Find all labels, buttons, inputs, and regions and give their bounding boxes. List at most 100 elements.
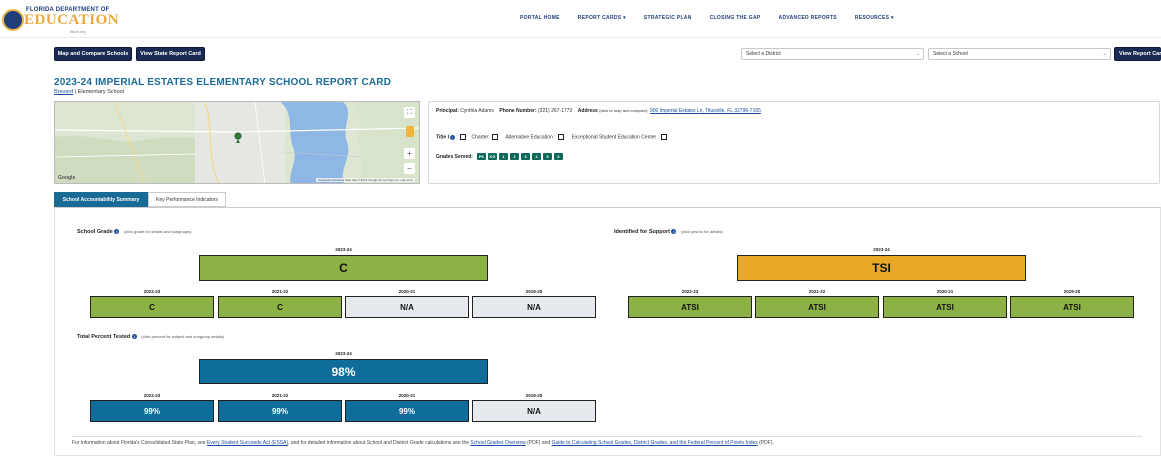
address-note: (click to map and compare): — [599, 108, 649, 113]
site-header: FLORIDA DEPARTMENT OF EDUCATION fldoe.or… — [0, 0, 1161, 38]
address-link[interactable]: 900 Imperial Estates Ln, Titusville, FL … — [650, 108, 761, 114]
percent-tested-heading: Total Percent Tested i (click percent fo… — [77, 334, 224, 340]
percent-tested-history-cell[interactable]: 99% — [345, 400, 469, 422]
grade-badge: 2 — [509, 153, 519, 160]
footer-divider — [72, 436, 1142, 437]
address-label: Address — [577, 108, 598, 114]
tab-key-performance-indicators[interactable]: Key Performance Indicators — [148, 192, 226, 207]
year-label: 2019-20 — [1063, 289, 1081, 294]
school-subline: Brevard | Elementary School — [54, 89, 124, 95]
tab-school-accountability-summary[interactable]: School Accountability Summary — [54, 192, 148, 207]
charter-label: Charter: — [471, 134, 490, 141]
street-view-pegman-icon[interactable] — [406, 126, 414, 137]
grade-badge: 5 — [542, 153, 552, 160]
current-grade-cell[interactable]: C — [199, 255, 488, 281]
grade-badge: PK — [476, 153, 486, 160]
page: FLORIDA DEPARTMENT OF EDUCATION fldoe.or… — [0, 0, 1161, 460]
nav-closing-the-gap[interactable]: CLOSING THE GAP — [710, 15, 761, 21]
info-icon[interactable]: i — [114, 229, 120, 235]
logo-main-text: EDUCATION — [24, 12, 120, 28]
district-select[interactable]: Select a District ⌄ — [741, 48, 924, 60]
fldoe-logo[interactable]: FLORIDA DEPARTMENT OF EDUCATION fldoe.or… — [0, 2, 119, 36]
grade-badge: 6 — [553, 153, 563, 160]
nav-resources[interactable]: RESOURCES ▾ — [855, 15, 894, 21]
year-label: 2020-21 — [936, 289, 954, 294]
info-icon[interactable]: i — [671, 229, 677, 235]
grades-served-label: Grades Served: — [436, 153, 473, 160]
nav-advanced-reports[interactable]: ADVANCED REPORTS — [779, 15, 837, 21]
support-history-cell[interactable]: ATSI — [755, 296, 879, 318]
school-contact-row: Principal: Cynthia Adams Phone Number: (… — [436, 108, 761, 114]
phone-value: (321) 267-1773 — [538, 108, 573, 114]
support-history-cell[interactable]: ATSI — [883, 296, 1007, 318]
alternative-label: Alternative Education : — [505, 134, 556, 141]
year-label: 2021-22 — [271, 393, 289, 398]
zoom-in-icon[interactable]: + — [404, 148, 415, 159]
nav-report-cards[interactable]: REPORT CARDS ▾ — [578, 15, 626, 21]
school-select[interactable]: Select a School ⌄ — [928, 48, 1111, 60]
map-attribution: Keyboard shortcuts Map data ©2024 Google… — [316, 178, 415, 182]
alternative-checkbox — [557, 134, 564, 140]
nav-portal-home[interactable]: PORTAL HOME — [520, 15, 560, 21]
view-report-card-button[interactable]: View Report Card — [1114, 47, 1161, 61]
year-label: 2020-21 — [398, 393, 416, 398]
year-label: 2021-22 — [271, 289, 289, 294]
percent-tested-history-cell[interactable]: 99% — [218, 400, 342, 422]
grade-history-cell[interactable]: C — [90, 296, 214, 318]
year-label: 2022-23 — [143, 393, 161, 398]
info-icon[interactable]: i — [450, 134, 456, 140]
support-history-cell[interactable]: ATSI — [628, 296, 752, 318]
year-label: 2023-24 — [335, 247, 352, 252]
year-label: 2019-20 — [525, 393, 543, 398]
current-support-cell[interactable]: TSI — [737, 255, 1026, 281]
year-label: 2020-21 — [398, 289, 416, 294]
grade-badge: 1 — [498, 153, 508, 160]
year-label: 2021-22 — [808, 289, 826, 294]
principal-label: Principal: — [436, 108, 459, 114]
phone-label: Phone Number: — [499, 108, 537, 114]
grade-history-cell[interactable]: C — [218, 296, 342, 318]
school-grades-overview-link[interactable]: School Grades Overview — [470, 440, 525, 446]
school-grade-heading: School Grade i (click grade for details … — [77, 229, 192, 235]
google-logo: Google — [58, 175, 76, 181]
principal-name: Cynthia Adams — [460, 108, 494, 114]
map-canvas — [55, 102, 419, 183]
district-link[interactable]: Brevard — [54, 89, 73, 95]
title1-checkbox — [460, 134, 467, 140]
footer-text: (PDF) and — [527, 440, 551, 446]
main-nav: PORTAL HOME REPORT CARDS ▾ STRATEGIC PLA… — [520, 15, 912, 21]
footer-text: , and for detailed information about Sch… — [288, 440, 470, 446]
footer-text: For information about Florida's Consolid… — [72, 440, 206, 446]
percent-tested-history-cell: N/A — [472, 400, 596, 422]
charter-checkbox — [491, 134, 498, 140]
current-percent-tested-cell[interactable]: 98% — [199, 359, 488, 384]
school-flags-row: Title I i : Charter: Alternative Educati… — [436, 134, 671, 140]
grade-calculation-guide-link[interactable]: Guide to Calculating School Grades, Dist… — [552, 440, 758, 446]
grades-served-row: Grades Served: PK KG 1 2 3 4 5 6 — [436, 153, 565, 160]
grade-badge: 4 — [531, 153, 541, 160]
info-icon[interactable]: i — [131, 334, 137, 340]
year-label: 2023-24 — [335, 351, 352, 356]
logo-sub-text: fldoe.org — [70, 29, 86, 34]
footer-text: (PDF). — [759, 440, 774, 446]
school-map[interactable]: ⛶ + − Google Keyboard shortcuts Map data… — [54, 101, 420, 184]
support-note: (click yes/no for details) — [680, 229, 723, 234]
support-heading: Identified for Support i (click yes/no f… — [614, 229, 723, 235]
map-compare-button[interactable]: Map and Compare Schools — [54, 47, 132, 61]
year-label: 2022-23 — [681, 289, 699, 294]
school-select-value: Select a School — [933, 51, 968, 57]
chevron-down-icon: ⌄ — [915, 51, 920, 57]
essa-link[interactable]: Every Student Succeeds Act (ESSA) — [207, 440, 288, 446]
grade-badge: KG — [487, 153, 497, 160]
school-type: Elementary School — [77, 89, 124, 95]
view-state-report-button[interactable]: View State Report Card — [136, 47, 205, 61]
support-history-cell[interactable]: ATSI — [1010, 296, 1134, 318]
fullscreen-icon[interactable]: ⛶ — [404, 107, 415, 118]
ese-label: Exceptional Student Education Center : — [571, 134, 659, 141]
percent-tested-history-cell[interactable]: 99% — [90, 400, 214, 422]
year-label: 2019-20 — [525, 289, 543, 294]
zoom-out-icon[interactable]: − — [404, 163, 415, 174]
nav-strategic-plan[interactable]: STRATEGIC PLAN — [644, 15, 692, 21]
chevron-down-icon: ⌄ — [1102, 51, 1107, 57]
support-title: Identified for Support — [614, 229, 670, 235]
